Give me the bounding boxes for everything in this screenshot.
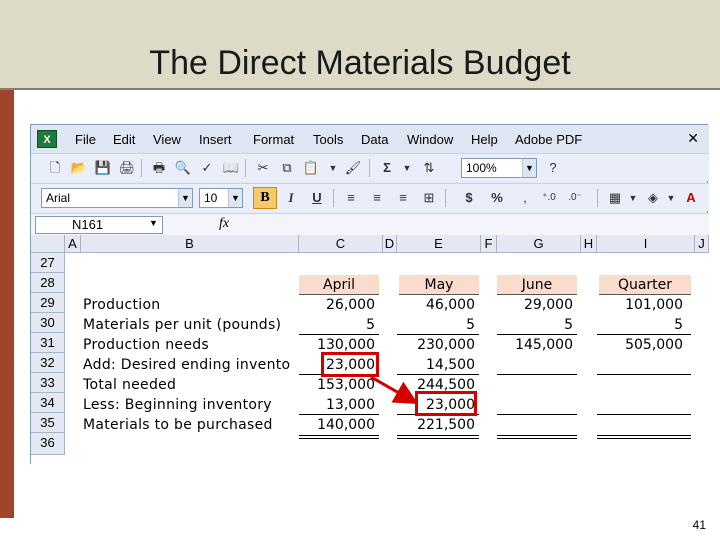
toolbar-separator	[245, 159, 246, 177]
close-icon[interactable]: ✕	[687, 130, 699, 147]
chevron-down-icon[interactable]: ▼	[522, 159, 536, 177]
fill-color-icon[interactable]: ◈	[643, 188, 663, 208]
fill-color-dropdown-icon[interactable]: ▼	[661, 188, 681, 208]
cut-icon[interactable]: ✂	[253, 158, 273, 178]
page-number: 41	[692, 518, 706, 532]
menu-bar: X File Edit View Insert Format Tools Dat…	[31, 125, 709, 153]
print-preview-icon[interactable]: 🔍	[173, 158, 193, 178]
increase-decimal-icon[interactable]: ⁺.0	[539, 188, 559, 208]
slide-title: The Direct Materials Budget	[149, 44, 571, 82]
paste-dropdown-icon[interactable]: ▼	[323, 158, 343, 178]
permission-icon[interactable]: 🖨	[117, 158, 137, 178]
underline-button[interactable]: U	[307, 188, 327, 208]
name-box-value: N161	[72, 217, 104, 232]
print-icon[interactable]: 🖶	[149, 158, 169, 178]
copy-icon[interactable]: ⧉	[277, 158, 297, 178]
currency-button[interactable]: $	[459, 188, 479, 208]
toolbar-separator	[445, 189, 446, 207]
merge-center-icon[interactable]: ⊞	[419, 188, 439, 208]
align-left-icon[interactable]: ≡	[341, 188, 361, 208]
menu-format[interactable]: Format	[253, 132, 294, 147]
font-name-select[interactable]: Arial ▼	[41, 188, 193, 208]
chevron-down-icon[interactable]: ▼	[149, 218, 158, 228]
font-size-select[interactable]: 10 ▼	[199, 188, 243, 208]
menu-window[interactable]: Window	[407, 132, 453, 147]
zoom-select[interactable]: 100% ▼	[461, 158, 537, 178]
paste-icon[interactable]: 📋	[301, 158, 321, 178]
align-center-icon[interactable]: ≡	[367, 188, 387, 208]
standard-toolbar: 🗋 📂 💾 🖨 🖶 🔍 ✓ 📖 ✂ ⧉ 📋 ▼ 🖌 Σ ▼ ⇅ 100% ▼ ?	[31, 153, 709, 181]
chevron-down-icon[interactable]: ▼	[228, 189, 242, 207]
menu-file[interactable]: File	[75, 132, 96, 147]
toolbar-separator	[141, 159, 142, 177]
menu-view[interactable]: View	[153, 132, 181, 147]
worksheet-grid[interactable]: A B C D E F G H I J 27 28 29 30 31 32 33…	[31, 235, 709, 465]
formula-bar: N161 ▼ fx	[31, 213, 709, 235]
slide-left-stripe	[0, 90, 14, 518]
menu-tools[interactable]: Tools	[313, 132, 343, 147]
excel-window: X File Edit View Insert Format Tools Dat…	[30, 124, 709, 465]
save-icon[interactable]: 💾	[93, 158, 113, 178]
borders-dropdown-icon[interactable]: ▼	[623, 188, 643, 208]
help-icon[interactable]: ?	[543, 158, 563, 178]
menu-edit[interactable]: Edit	[113, 132, 135, 147]
zoom-value: 100%	[466, 161, 497, 175]
sort-icon[interactable]: ⇅	[419, 158, 439, 178]
carryover-arrow	[370, 375, 419, 404]
font-color-icon[interactable]: A	[681, 188, 701, 208]
formatting-toolbar: Arial ▼ 10 ▼ B I U ≡ ≡ ≡ ⊞ $ % , ⁺.0 .0⁻…	[31, 183, 709, 211]
chevron-down-icon[interactable]: ▼	[178, 189, 192, 207]
new-document-icon[interactable]: 🗋	[45, 158, 65, 178]
toolbar-separator	[597, 189, 598, 207]
format-painter-icon[interactable]: 🖌	[343, 158, 363, 178]
menu-help[interactable]: Help	[471, 132, 498, 147]
borders-icon[interactable]: ▦	[605, 188, 625, 208]
menu-adobe-pdf[interactable]: Adobe PDF	[515, 132, 582, 147]
research-icon[interactable]: 📖	[221, 158, 241, 178]
toolbar-separator	[333, 189, 334, 207]
autosum-dropdown-icon[interactable]: ▼	[397, 158, 417, 178]
align-right-icon[interactable]: ≡	[393, 188, 413, 208]
spelling-icon[interactable]: ✓	[197, 158, 217, 178]
menu-data[interactable]: Data	[361, 132, 388, 147]
name-box[interactable]: N161	[35, 216, 163, 234]
menu-insert[interactable]: Insert	[199, 132, 232, 147]
italic-button[interactable]: I	[281, 188, 301, 208]
decrease-decimal-icon[interactable]: .0⁻	[565, 188, 585, 208]
font-size-value: 10	[204, 191, 218, 205]
autosum-icon[interactable]: Σ	[377, 158, 397, 178]
bold-button[interactable]: B	[253, 187, 277, 209]
percent-button[interactable]: %	[487, 188, 507, 208]
excel-app-icon[interactable]: X	[37, 130, 57, 148]
toolbar-separator	[369, 159, 370, 177]
insert-function-icon[interactable]: fx	[219, 216, 229, 232]
font-name-value: Arial	[46, 191, 71, 205]
comma-style-icon[interactable]: ,	[515, 188, 535, 208]
open-folder-icon[interactable]: 📂	[69, 158, 89, 178]
